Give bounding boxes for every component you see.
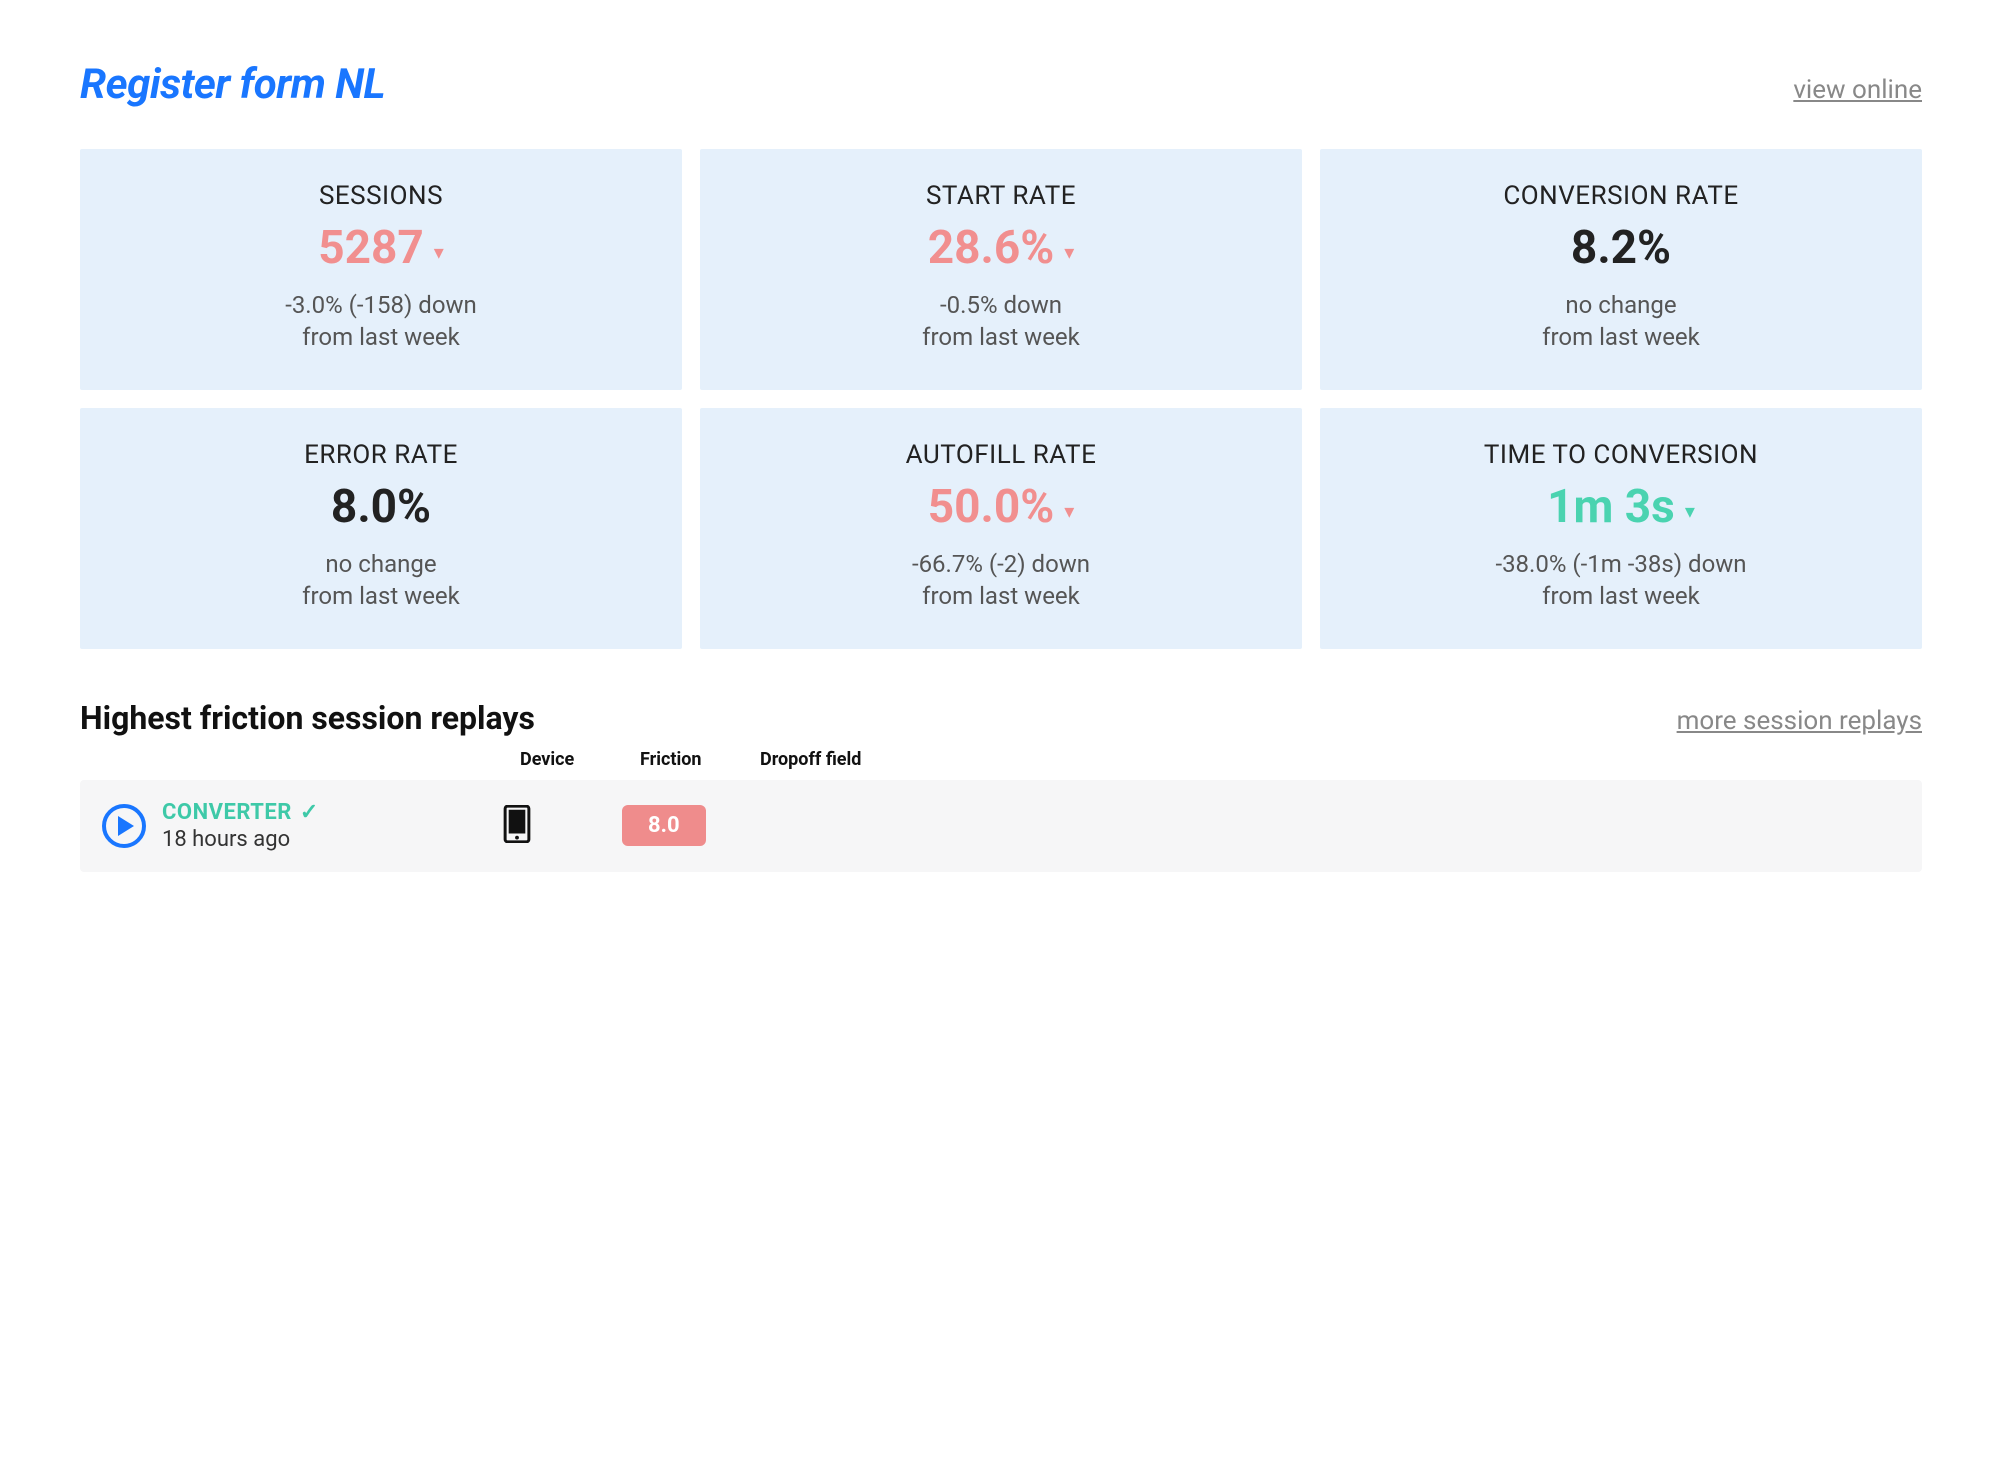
stat-label: SESSIONS [100,181,662,211]
stat-label: ERROR RATE [100,440,662,470]
stat-delta-line2: from last week [922,582,1080,610]
stat-delta-line1: no change [1565,291,1676,319]
stat-delta-line1: -3.0% (-158) down [285,291,477,319]
friction-score-badge: 8.0 [622,805,706,846]
stat-delta-line2: from last week [1542,323,1700,351]
stat-delta-line2: from last week [1542,582,1700,610]
play-icon [118,816,134,836]
stat-card-start-rate: START RATE 28.6% ▾ -0.5% down from last … [700,149,1302,390]
replay-row[interactable]: CONVERTER ✓ 18 hours ago 8.0 [80,780,1922,872]
stat-delta-line1: -0.5% down [940,291,1062,319]
stat-delta: -66.7% (-2) down from last week [720,548,1282,613]
page-title: Register form NL [80,60,385,109]
stat-delta: -3.0% (-158) down from last week [100,289,662,354]
stat-delta: -38.0% (-1m -38s) down from last week [1340,548,1902,613]
converter-badge: CONVERTER [162,800,292,825]
caret-down-icon: ▾ [434,242,444,262]
caret-down-icon: ▾ [1064,242,1074,262]
stat-delta-line1: no change [325,550,436,578]
stat-delta-line2: from last week [302,582,460,610]
stat-delta: no change from last week [100,548,662,613]
stat-delta-line2: from last week [302,323,460,351]
stat-card-time-to-conversion: TIME TO CONVERSION 1m 3s ▾ -38.0% (-1m -… [1320,408,1922,649]
stats-grid: SESSIONS 5287 ▾ -3.0% (-158) down from l… [80,149,1922,649]
more-session-replays-link[interactable]: more session replays [1677,706,1922,736]
play-button[interactable] [102,804,146,848]
mobile-device-icon [502,805,622,847]
view-online-link[interactable]: view online [1793,75,1922,105]
stat-card-error-rate: ERROR RATE 8.0% no change from last week [80,408,682,649]
stat-card-sessions: SESSIONS 5287 ▾ -3.0% (-158) down from l… [80,149,682,390]
column-device: Device [520,749,640,770]
stat-label: TIME TO CONVERSION [1340,440,1902,470]
stat-value: 28.6% [928,225,1055,271]
replays-column-headers: Device Friction Dropoff field [80,749,1922,770]
replays-title: Highest friction session replays [80,699,535,737]
check-icon: ✓ [300,800,318,825]
stat-value: 1m 3s [1547,484,1675,530]
stat-card-autofill-rate: AUTOFILL RATE 50.0% ▾ -66.7% (-2) down f… [700,408,1302,649]
caret-down-icon: ▾ [1685,501,1695,521]
stat-value: 50.0% [928,484,1055,530]
stat-delta-line1: -38.0% (-1m -38s) down [1495,550,1746,578]
column-dropoff: Dropoff field [760,749,960,770]
stat-delta-line2: from last week [922,323,1080,351]
stat-delta: no change from last week [1340,289,1902,354]
stat-delta-line1: -66.7% (-2) down [912,550,1090,578]
stat-delta: -0.5% down from last week [720,289,1282,354]
stat-value: 8.0% [331,484,431,530]
stat-value: 5287 [318,225,424,271]
replay-time-ago: 18 hours ago [162,827,502,852]
stat-label: START RATE [720,181,1282,211]
stat-card-conversion-rate: CONVERSION RATE 8.2% no change from last… [1320,149,1922,390]
stat-label: AUTOFILL RATE [720,440,1282,470]
stat-value: 8.2% [1571,225,1671,271]
caret-down-icon: ▾ [1064,501,1074,521]
column-friction: Friction [640,749,760,770]
stat-label: CONVERSION RATE [1340,181,1902,211]
